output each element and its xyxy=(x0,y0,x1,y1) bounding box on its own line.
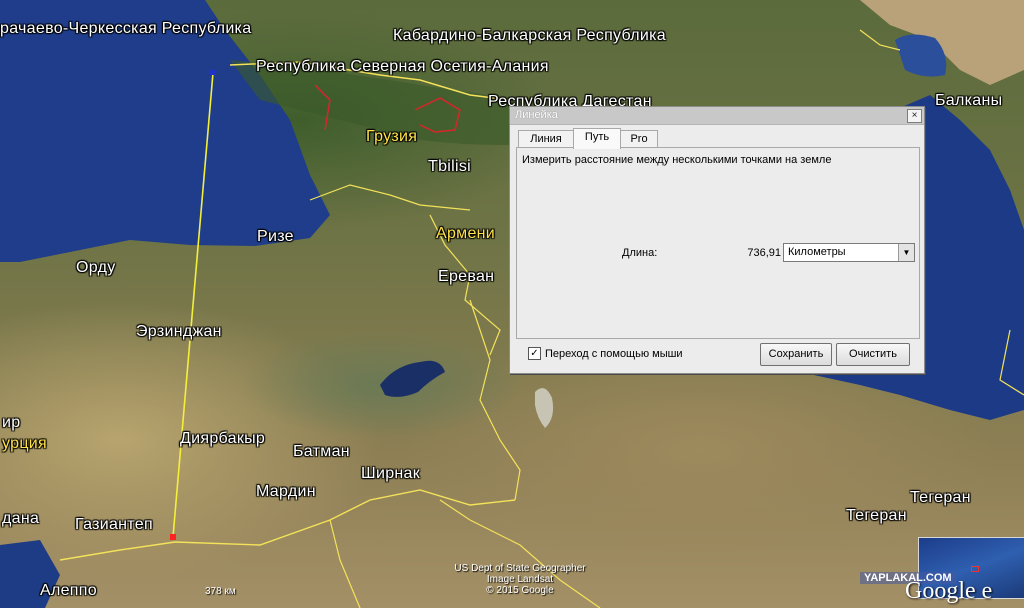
tab-pro[interactable]: Pro xyxy=(620,130,658,148)
label-armenia: Армени xyxy=(436,225,496,242)
label-aleppo: Алеппо xyxy=(40,582,97,599)
attribution-line-1: US Dept of State Geographer xyxy=(454,563,586,574)
label-karachaevo: рачаево-Черкесская Республика xyxy=(0,20,252,37)
label-erzinjan: Эрзинджан xyxy=(136,323,222,340)
attribution-line-3: © 2015 Google xyxy=(486,585,554,596)
label-dana: дана xyxy=(2,510,40,527)
ruler-titlebar[interactable]: Линейка × xyxy=(510,107,924,125)
mouse-navigation-checkbox[interactable]: ✓ xyxy=(528,347,541,360)
black-sea xyxy=(0,0,330,262)
border-turkey-georgia xyxy=(309,184,471,211)
unit-select[interactable]: Километры ▼ xyxy=(783,243,915,262)
ruler-title: Линейка xyxy=(515,109,558,121)
chevron-down-icon[interactable]: ▼ xyxy=(898,244,914,261)
label-erevan: Ереван xyxy=(438,268,495,285)
mouse-navigation-label: Переход с помощью мыши xyxy=(545,348,683,360)
label-kabardino: Кабардино-Балкарская Республика xyxy=(393,27,667,44)
tab-line[interactable]: Линия xyxy=(518,130,574,148)
label-ir: ир xyxy=(2,414,21,431)
label-gruzia: Грузия xyxy=(366,128,418,145)
google-earth-logo: Google e xyxy=(905,578,993,604)
label-balkany: Балканы xyxy=(935,92,1003,109)
attribution-line-2: Image Landsat xyxy=(486,574,554,585)
label-osetia: Республика Северная Осетия-Алания xyxy=(256,58,549,75)
map-attribution: US Dept of State Geographer Image Landsa… xyxy=(440,563,600,596)
label-tehran-1: Тегеран xyxy=(910,489,971,506)
label-ordu: Орду xyxy=(76,259,116,276)
border-caspian-north xyxy=(859,29,901,51)
label-turkey: урция xyxy=(2,435,47,452)
label-mardin: Мардин xyxy=(256,483,316,500)
label-tbilisi: Tbilisi xyxy=(428,158,471,175)
label-tehran-2: Тегеран xyxy=(846,507,907,524)
label-batman: Батман xyxy=(293,443,350,460)
border-iraq-syria-south xyxy=(329,519,361,608)
lake-urmia xyxy=(535,388,554,428)
ruler-path-panel: Измерить расстояние между несколькими то… xyxy=(516,147,920,339)
ruler-description: Измерить расстояние между несколькими то… xyxy=(522,154,832,166)
label-rize: Ризе xyxy=(257,228,294,245)
length-value: 736,91 xyxy=(747,247,781,259)
label-diyarbakir: Диярбакыр xyxy=(180,430,266,447)
tab-path[interactable]: Путь xyxy=(573,128,621,149)
close-icon[interactable]: × xyxy=(907,109,922,123)
save-button[interactable]: Сохранить xyxy=(760,343,832,366)
unit-selected-value: Километры xyxy=(788,246,846,258)
lake-van xyxy=(380,360,445,397)
ruler-dialog: Линейка × Линия Путь Pro Измерить рассто… xyxy=(509,106,925,374)
label-gaziantep: Газиантеп xyxy=(75,516,153,533)
overview-map-marker xyxy=(971,566,979,572)
length-label: Длина: xyxy=(622,247,658,259)
clear-button[interactable]: Очистить xyxy=(836,343,910,366)
ruler-path-end-point xyxy=(170,534,176,540)
ruler-path-start-point xyxy=(210,70,216,75)
path-length-label: 378 км xyxy=(205,586,236,597)
label-shirnak: Ширнак xyxy=(361,465,421,482)
